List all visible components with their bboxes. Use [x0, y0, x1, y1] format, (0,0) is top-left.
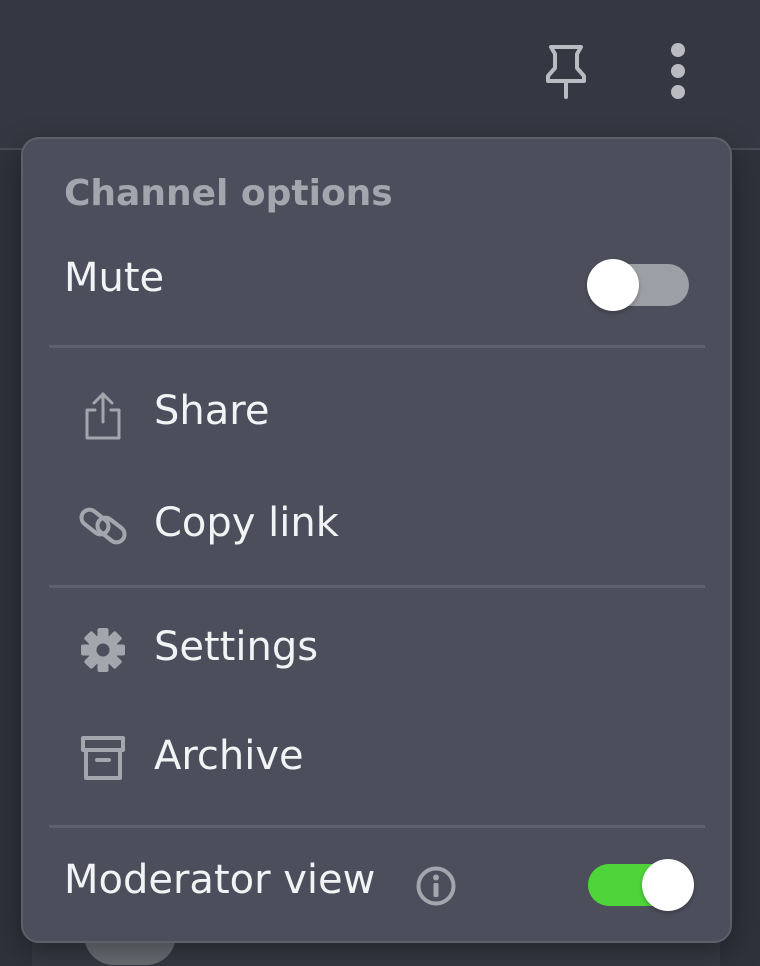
gear-icon: [79, 626, 127, 674]
share-icon: [79, 390, 127, 442]
pin-button[interactable]: [536, 40, 596, 106]
mute-label: Mute: [64, 255, 165, 301]
moderator-view-label: Moderator view: [64, 857, 376, 903]
divider: [49, 345, 705, 348]
toggle-knob: [587, 259, 639, 311]
info-icon[interactable]: [415, 865, 457, 907]
channel-options-menu: Channel options Mute Share Copy link Set…: [21, 137, 732, 943]
moderator-view-row: Moderator view: [23, 839, 730, 931]
menu-title: Channel options: [64, 173, 393, 214]
menu-item-share[interactable]: Share: [23, 364, 730, 464]
archive-icon: [79, 733, 127, 783]
divider: [49, 585, 705, 588]
mute-row: Mute: [23, 245, 730, 325]
more-options-button[interactable]: [652, 40, 704, 106]
pin-icon: [544, 43, 588, 103]
menu-item-archive[interactable]: Archive: [23, 709, 730, 809]
menu-item-label: Share: [154, 388, 270, 434]
more-vertical-icon: [668, 42, 688, 104]
menu-item-copy-link[interactable]: Copy link: [23, 476, 730, 576]
mute-toggle[interactable]: [587, 259, 689, 311]
menu-item-label: Archive: [154, 733, 304, 779]
menu-item-label: Copy link: [154, 500, 339, 546]
toggle-knob: [642, 859, 694, 911]
divider: [49, 825, 705, 828]
menu-item-settings[interactable]: Settings: [23, 600, 730, 700]
menu-item-label: Settings: [154, 624, 319, 670]
channel-header: [0, 0, 760, 150]
link-icon: [79, 501, 127, 551]
moderator-view-toggle[interactable]: [588, 859, 694, 911]
